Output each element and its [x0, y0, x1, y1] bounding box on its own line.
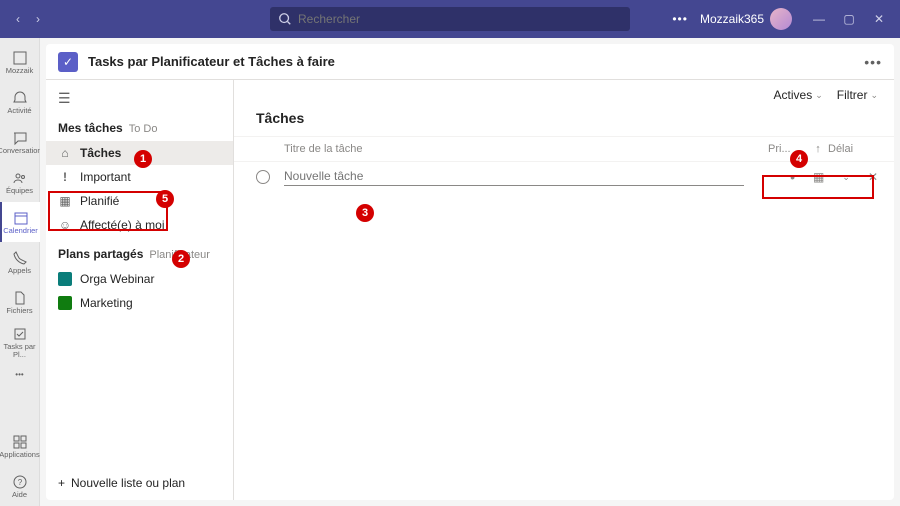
titlebar: ‹ › ••• Mozzaik365 — ▢ ✕: [0, 0, 900, 38]
nav-back-icon[interactable]: ‹: [10, 12, 26, 26]
app-icon: ✓: [58, 52, 78, 72]
content-heading: Tâches: [234, 106, 894, 136]
col-priority[interactable]: Pri...: [768, 143, 808, 155]
hamburger-icon[interactable]: ☰: [46, 86, 233, 111]
avatar: [770, 8, 792, 30]
content-pane: Actives⌄ Filtrer⌄ Tâches Titre de la tâc…: [234, 80, 894, 500]
close-icon[interactable]: ✕: [868, 170, 878, 184]
titlebar-right: ••• Mozzaik365 — ▢ ✕: [672, 0, 900, 38]
maximize-button[interactable]: ▢: [834, 0, 864, 38]
filter-filtrer[interactable]: Filtrer⌄: [837, 88, 878, 102]
columns-header: Titre de la tâche Pri... ↑ Délai: [234, 136, 894, 162]
chevron-down-icon: ⌄: [870, 90, 878, 101]
plan-icon: [58, 272, 72, 286]
new-task-input[interactable]: [284, 169, 744, 186]
calendar-icon: ▦: [58, 194, 72, 208]
app-header: ✓ Tasks par Planificateur et Tâches à fa…: [46, 44, 894, 80]
radio-icon[interactable]: [256, 170, 270, 184]
svg-text:?: ?: [17, 478, 22, 487]
more-icon[interactable]: •••: [672, 12, 688, 26]
rail-item-apps[interactable]: Applications: [0, 426, 40, 466]
important-icon: !: [58, 170, 72, 184]
plan-item-orga-webinar[interactable]: Orga Webinar: [46, 267, 233, 291]
app-title: Tasks par Planificateur et Tâches à fair…: [88, 54, 335, 69]
sidebar-item-assigned[interactable]: ☺ Affecté(e) à moi: [46, 213, 233, 237]
app-rail: Mozzaik Activité Conversation Équipes Ca…: [0, 38, 40, 506]
sort-asc-icon[interactable]: ↑: [808, 143, 828, 155]
person-icon: ☺: [58, 218, 72, 232]
rail-item-help[interactable]: ?Aide: [0, 466, 40, 506]
rail-item-calls[interactable]: Appels: [0, 242, 40, 282]
chevron-down-icon[interactable]: ⌄: [842, 172, 850, 183]
search-input[interactable]: [298, 12, 622, 26]
sidebar-item-important[interactable]: ! Important: [46, 165, 233, 189]
nav-forward-icon[interactable]: ›: [30, 12, 46, 26]
rail-item-calendar[interactable]: Calendrier: [0, 202, 40, 242]
close-button[interactable]: ✕: [864, 0, 894, 38]
rail-item-tasks[interactable]: Tasks par Pl...: [0, 322, 40, 362]
section-shared-plans: Plans partagés Planificateur: [46, 237, 233, 267]
rail-item-files[interactable]: Fichiers: [0, 282, 40, 322]
new-list-button[interactable]: + Nouvelle liste ou plan: [46, 466, 233, 500]
search-icon: [278, 12, 292, 26]
plus-icon: +: [58, 476, 65, 490]
sidebar-item-planned[interactable]: ▦ Planifié: [46, 189, 233, 213]
chevron-down-icon: ⌄: [815, 90, 823, 101]
new-task-row[interactable]: • ▦ ⌄ ✕: [234, 162, 894, 192]
sidebar-item-tasks[interactable]: ⌂ Tâches: [46, 141, 233, 165]
col-title[interactable]: Titre de la tâche: [256, 143, 768, 155]
col-deadline[interactable]: Délai: [828, 143, 878, 155]
section-my-tasks: Mes tâches To Do: [46, 111, 233, 141]
window-buttons: — ▢ ✕: [804, 0, 894, 38]
search-box[interactable]: [270, 7, 630, 31]
left-pane: ☰ Mes tâches To Do ⌂ Tâches ! Important: [46, 80, 234, 500]
rail-more-icon[interactable]: •••: [0, 362, 40, 386]
home-icon: ⌂: [58, 146, 72, 160]
nav-arrows: ‹ ›: [10, 12, 46, 26]
rail-item-chat[interactable]: Conversation: [0, 122, 40, 162]
plan-item-marketing[interactable]: Marketing: [46, 291, 233, 315]
rail-item-mozzaik[interactable]: Mozzaik: [0, 42, 40, 82]
plan-icon: [58, 296, 72, 310]
rail-item-activity[interactable]: Activité: [0, 82, 40, 122]
org-label: Mozzaik365: [700, 12, 764, 26]
rail-item-teams[interactable]: Équipes: [0, 162, 40, 202]
calendar-icon[interactable]: ▦: [813, 170, 824, 184]
minimize-button[interactable]: —: [804, 0, 834, 38]
filter-actives[interactable]: Actives⌄: [774, 88, 823, 102]
org-switcher[interactable]: Mozzaik365: [700, 8, 792, 30]
app-more-icon[interactable]: •••: [864, 54, 882, 70]
